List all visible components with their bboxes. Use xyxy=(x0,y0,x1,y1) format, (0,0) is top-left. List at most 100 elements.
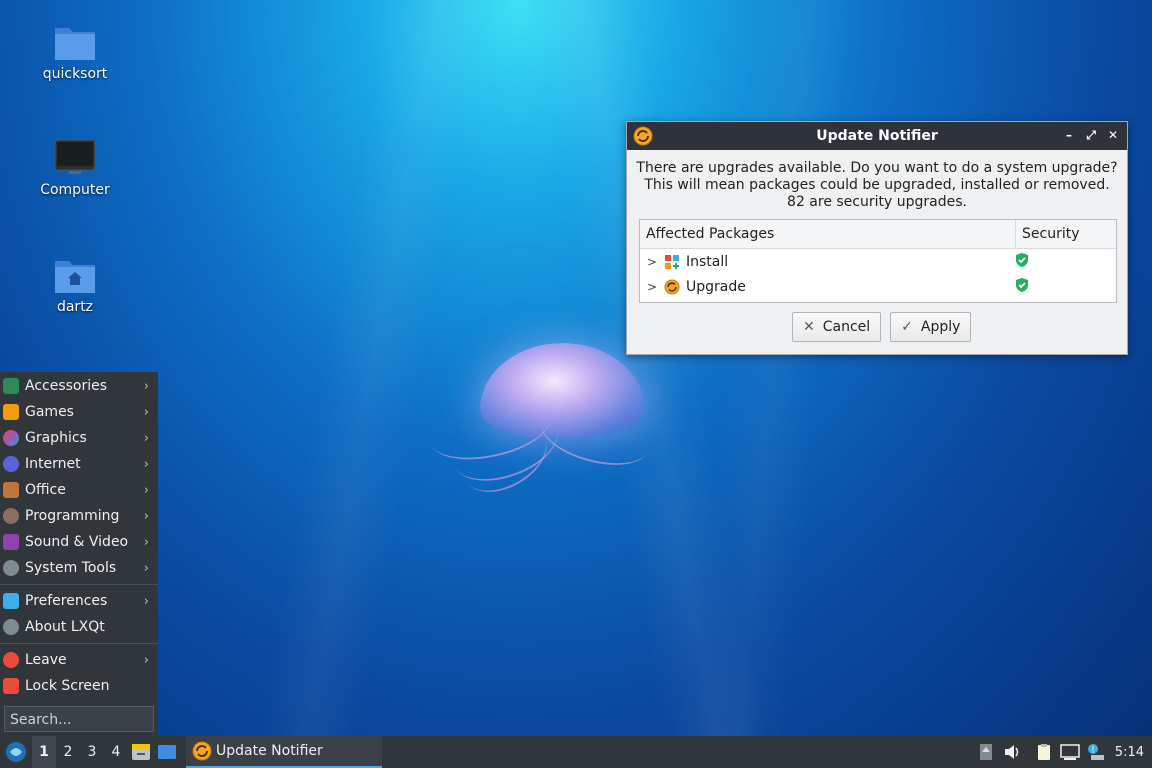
table-row[interactable]: > Upgrade xyxy=(640,274,1116,299)
menu-item-preferences[interactable]: Preferences › xyxy=(0,588,158,614)
info-icon xyxy=(3,619,19,635)
desktop-icon-label: Computer xyxy=(40,182,110,198)
power-icon xyxy=(3,652,19,668)
desktop-switcher: 1 2 3 4 xyxy=(32,736,128,768)
menu-item-system-tools[interactable]: System Tools › xyxy=(0,555,158,581)
menu-item-about-lxqt[interactable]: About LXQt xyxy=(0,614,158,640)
menu-item-label: Accessories xyxy=(25,378,108,394)
column-header-security[interactable]: Security xyxy=(1016,220,1116,248)
file-manager-icon xyxy=(132,744,150,760)
graphics-icon xyxy=(3,430,19,446)
accessories-icon xyxy=(3,378,19,394)
dialog-message: There are upgrades available. Do you wan… xyxy=(627,160,1127,211)
preferences-icon xyxy=(3,593,19,609)
row-label: Upgrade xyxy=(686,278,746,295)
tray-network-button[interactable] xyxy=(1057,736,1083,768)
chevron-right-icon: › xyxy=(143,430,149,446)
file-manager-launcher[interactable] xyxy=(128,736,154,768)
chevron-right-icon: › xyxy=(143,652,149,668)
computer-icon xyxy=(54,139,96,174)
chevron-right-icon: › xyxy=(143,593,149,609)
application-menu: Accessories › Games › Graphics › Interne… xyxy=(0,372,158,736)
chevron-right-icon: › xyxy=(143,456,149,472)
desktop-icon-dartz[interactable]: dartz xyxy=(20,255,130,315)
menu-item-lock-screen[interactable]: Lock Screen xyxy=(0,673,158,699)
start-menu-button[interactable] xyxy=(0,736,32,768)
home-folder-icon xyxy=(55,261,95,293)
volume-icon xyxy=(1004,745,1019,759)
menu-item-sound-video[interactable]: Sound & Video › xyxy=(0,529,158,555)
update-notifier-dialog: Update Notifier – ⤢ ✕ There are upgrades… xyxy=(626,121,1128,355)
menu-item-label: Sound & Video xyxy=(25,534,129,550)
tray-eject-button[interactable] xyxy=(973,736,999,768)
menu-item-label: Leave xyxy=(25,652,67,668)
column-header-packages[interactable]: Affected Packages xyxy=(640,220,1016,248)
expand-arrow-icon[interactable]: > xyxy=(644,280,660,294)
shield-check-icon xyxy=(1016,277,1028,292)
dialog-title: Update Notifier xyxy=(816,128,938,144)
upgrade-icon xyxy=(664,279,680,294)
menu-item-label: About LXQt xyxy=(25,619,105,635)
cancel-label: Cancel xyxy=(822,319,871,335)
clock[interactable]: 5:14 xyxy=(1115,745,1144,760)
tray-clipboard-button[interactable] xyxy=(1031,736,1057,768)
tray-volume-button[interactable] xyxy=(999,736,1025,768)
menu-item-graphics[interactable]: Graphics › xyxy=(0,425,158,451)
removable-media-icon xyxy=(979,744,992,760)
expand-arrow-icon[interactable]: > xyxy=(644,255,660,269)
menu-separator xyxy=(0,584,158,585)
wallpaper-jellyfish xyxy=(420,335,670,515)
desktop-icon-quicksort[interactable]: quicksort xyxy=(20,22,130,82)
minimize-icon[interactable]: – xyxy=(1061,127,1077,143)
desktop-icon-label: quicksort xyxy=(42,66,108,82)
menu-item-label: Preferences xyxy=(25,593,108,609)
menu-item-games[interactable]: Games › xyxy=(0,399,158,425)
menu-item-label: Office xyxy=(25,482,66,498)
dialog-titlebar[interactable]: Update Notifier – ⤢ ✕ xyxy=(627,122,1127,150)
affected-packages-table: Affected Packages Security > Install > U… xyxy=(639,219,1117,303)
desktop-4-button[interactable]: 4 xyxy=(104,736,128,768)
show-desktop-launcher[interactable] xyxy=(154,736,180,768)
chevron-right-icon: › xyxy=(143,404,149,420)
desktop-2-button[interactable]: 2 xyxy=(56,736,80,768)
system-tools-icon xyxy=(3,560,19,576)
close-icon[interactable]: ✕ xyxy=(1105,127,1121,143)
shield-check-icon xyxy=(1016,252,1028,267)
cancel-button[interactable]: ✕ Cancel xyxy=(792,312,882,342)
cancel-icon: ✕ xyxy=(803,319,815,335)
menu-item-label: Programming xyxy=(25,508,120,524)
checkmark-icon: ✓ xyxy=(901,319,913,335)
menu-item-programming[interactable]: Programming › xyxy=(0,503,158,529)
svg-text:!: ! xyxy=(1091,746,1095,756)
menu-search-input[interactable]: Search... xyxy=(4,706,154,732)
office-icon xyxy=(3,482,19,498)
task-update-notifier[interactable]: Update Notifier xyxy=(186,736,382,768)
tray-update-button[interactable]: ! xyxy=(1083,736,1109,768)
menu-item-office[interactable]: Office › xyxy=(0,477,158,503)
message-line: This will mean packages could be upgrade… xyxy=(644,177,1110,193)
internet-icon xyxy=(3,456,19,472)
table-row[interactable]: > Install xyxy=(640,249,1116,274)
desktop-3-button[interactable]: 3 xyxy=(80,736,104,768)
apply-label: Apply xyxy=(920,319,961,335)
show-desktop-icon xyxy=(158,745,176,759)
menu-item-leave[interactable]: Leave › xyxy=(0,647,158,673)
lxqt-logo-icon xyxy=(6,742,26,762)
menu-item-internet[interactable]: Internet › xyxy=(0,451,158,477)
task-label: Update Notifier xyxy=(216,743,323,759)
chevron-right-icon: › xyxy=(143,378,149,394)
menu-item-label: Internet xyxy=(25,456,81,472)
menu-separator xyxy=(0,643,158,644)
desktop-1-button[interactable]: 1 xyxy=(32,736,56,768)
desktop-icon-label: dartz xyxy=(56,299,94,315)
menu-item-accessories[interactable]: Accessories › xyxy=(0,373,158,399)
chevron-right-icon: › xyxy=(143,534,149,550)
apply-button[interactable]: ✓ Apply xyxy=(890,312,972,342)
network-icon xyxy=(1060,744,1080,760)
games-icon xyxy=(3,404,19,420)
desktop-icon-computer[interactable]: Computer xyxy=(20,138,130,198)
update-notifier-icon xyxy=(633,126,653,146)
maximize-icon[interactable]: ⤢ xyxy=(1083,127,1099,143)
taskbar: 1 2 3 4 Update Notifier ! 5:14 xyxy=(0,736,1152,768)
clipboard-icon xyxy=(1037,744,1050,760)
